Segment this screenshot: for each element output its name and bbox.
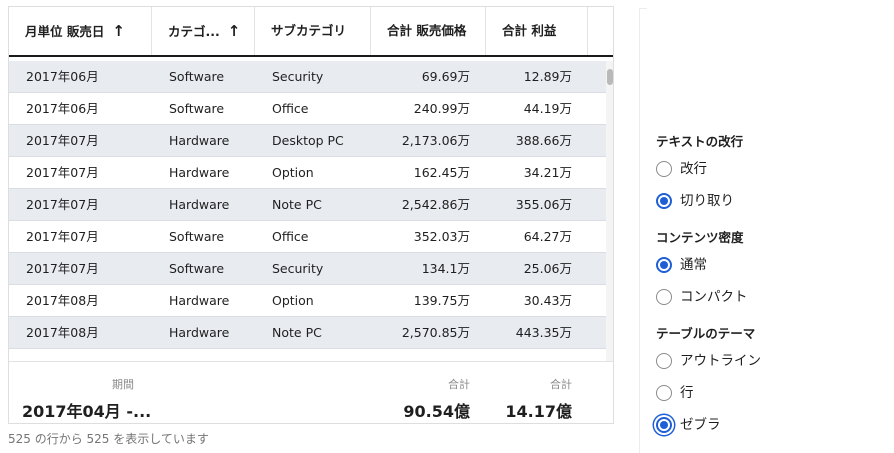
cell-sales: 139.75万 <box>413 293 470 308</box>
table-row[interactable]: 2017年07月 Software Office 352.03万 64.27万 <box>9 221 606 253</box>
radio-label[interactable]: 切り取り <box>680 191 734 211</box>
cell-month: 2017年07月 <box>26 229 99 244</box>
footer-period-value: 2017年04月 -... <box>22 402 152 421</box>
radio-label[interactable]: 改行 <box>680 159 707 179</box>
column-header-sales-total[interactable]: 合計 販売価格 <box>371 7 486 55</box>
column-header-label: 合計 販売価格 <box>387 23 467 38</box>
cell-profit: 25.06万 <box>523 261 572 276</box>
cell-category: Software <box>169 101 225 116</box>
radio-label[interactable]: 行 <box>680 383 694 403</box>
cell-month: 2017年08月 <box>26 325 99 340</box>
radio-label[interactable]: コンパクト <box>680 287 748 307</box>
panel-divider-tick <box>639 8 647 9</box>
cell-sales: 2,570.85万 <box>401 325 470 340</box>
cell-category: Hardware <box>169 197 230 212</box>
cell-profit: 355.06万 <box>515 197 572 212</box>
cell-sales: 162.45万 <box>413 165 470 180</box>
footer-profit-value: 14.17億 <box>505 402 572 421</box>
cell-month: 2017年06月 <box>26 101 99 116</box>
radio-button[interactable] <box>656 193 672 209</box>
footer-period-label: 期間 <box>112 378 134 391</box>
cell-profit: 64.27万 <box>523 229 572 244</box>
row-count-caption: 525 の行から 525 を表示しています <box>8 432 209 446</box>
scrollbar-thumb[interactable] <box>607 69 613 85</box>
radio-density-normal[interactable]: 通常 <box>656 255 876 275</box>
cell-month: 2017年07月 <box>26 133 99 148</box>
cell-sales: 2,542.86万 <box>401 197 470 212</box>
arrow-up-icon: ↑ <box>112 22 125 40</box>
table-row[interactable]: 2017年07月 Hardware Option 162.45万 34.21万 <box>9 157 606 189</box>
column-header-subcategory[interactable]: サブカテゴリ <box>255 7 371 55</box>
radio-theme-zebra[interactable]: ゼブラ <box>656 415 876 435</box>
cell-month: 2017年07月 <box>26 261 99 276</box>
panel-divider <box>639 8 640 453</box>
column-header-month[interactable]: 月単位 販売日 ↑ <box>9 7 152 55</box>
density-title: コンテンツ密度 <box>656 230 744 245</box>
cell-profit: 388.66万 <box>515 133 572 148</box>
cell-category: Hardware <box>169 165 230 180</box>
vertical-scrollbar[interactable] <box>606 61 613 361</box>
radio-button[interactable] <box>656 417 672 433</box>
table-row[interactable]: 2017年07月 Software Security 134.1万 25.06万 <box>9 253 606 285</box>
radio-label[interactable]: 通常 <box>680 255 707 275</box>
text-wrap-title: テキストの改行 <box>656 134 744 149</box>
radio-label[interactable]: アウトライン <box>680 351 761 371</box>
radio-label[interactable]: ゼブラ <box>680 415 721 435</box>
cell-month: 2017年06月 <box>26 69 99 84</box>
footer-profit-label: 合計 <box>550 378 572 391</box>
radio-theme-row[interactable]: 行 <box>656 383 876 403</box>
column-header-label: 合計 利益 <box>502 23 557 38</box>
radio-button[interactable] <box>656 161 672 177</box>
column-header-label: カテゴ... <box>168 24 220 39</box>
table-row[interactable]: 2017年07月 Hardware Desktop PC 2,173.06万 388.6… <box>9 125 606 157</box>
table-row[interactable]: 2017年08月 Hardware Option 139.75万 30.43万 <box>9 285 606 317</box>
radio-button[interactable] <box>656 353 672 369</box>
cell-category: Software <box>169 261 225 276</box>
table-row[interactable]: 2017年06月 Software Security 69.69万 12.89万 <box>9 61 606 93</box>
cell-profit: 30.43万 <box>523 293 572 308</box>
radio-button[interactable] <box>656 289 672 305</box>
cell-month: 2017年08月 <box>26 293 99 308</box>
table-row[interactable]: 2017年06月 Software Office 240.99万 44.19万 <box>9 93 606 125</box>
cell-sales: 69.69万 <box>421 69 470 84</box>
cell-category: Software <box>169 229 225 244</box>
radio-button[interactable] <box>656 257 672 273</box>
table-row[interactable]: 2017年08月 Hardware Note PC 2,570.85万 443.35万 <box>9 317 606 349</box>
arrow-up-icon: ↑ <box>227 22 241 40</box>
table-row[interactable]: 2017年07月 Hardware Note PC 2,542.86万 355.06万 <box>9 189 606 221</box>
column-header-profit-total[interactable]: 合計 利益 <box>486 7 588 55</box>
column-header-category[interactable]: カテゴ... ↑ <box>152 7 255 55</box>
cell-category: Hardware <box>169 325 230 340</box>
radio-density-compact[interactable]: コンパクト <box>656 287 876 307</box>
cell-sales: 352.03万 <box>413 229 470 244</box>
cell-profit: 12.89万 <box>523 69 572 84</box>
column-header-label: サブカテゴリ <box>271 23 347 38</box>
cell-sales: 2,173.06万 <box>401 133 470 148</box>
cell-category: Hardware <box>169 133 230 148</box>
table-body: 2017年06月 Software Security 69.69万 12.89万 2017… <box>9 61 606 361</box>
cell-profit: 443.35万 <box>515 325 572 340</box>
cell-month: 2017年07月 <box>26 165 99 180</box>
cell-sales: 240.99万 <box>413 101 470 116</box>
footer-price-value: 90.54億 <box>403 402 470 421</box>
cell-category: Software <box>169 69 225 84</box>
radio-button[interactable] <box>656 385 672 401</box>
cell-category: Hardware <box>169 293 230 308</box>
cell-month: 2017年07月 <box>26 197 99 212</box>
footer-price-label: 合計 <box>448 378 470 391</box>
table-footer-totals: 期間 2017年04月 -... 合計 90.54億 合計 14.17億 <box>9 361 613 423</box>
data-table: 月単位 販売日 ↑ カテゴ... ↑ サブカテゴリ 合計 販売価格 合計 利益 20… <box>8 6 614 424</box>
cell-sales: 134.1万 <box>421 261 470 276</box>
theme-title: テーブルのテーマ <box>656 326 756 341</box>
radio-truncate[interactable]: 切り取り <box>656 191 876 211</box>
table-header: 月単位 販売日 ↑ カテゴ... ↑ サブカテゴリ 合計 販売価格 合計 利益 <box>9 7 613 57</box>
radio-wrap[interactable]: 改行 <box>656 159 876 179</box>
column-header-label: 月単位 販売日 <box>25 24 105 39</box>
radio-theme-outline[interactable]: アウトライン <box>656 351 876 371</box>
cell-profit: 44.19万 <box>523 101 572 116</box>
cell-profit: 34.21万 <box>523 165 572 180</box>
